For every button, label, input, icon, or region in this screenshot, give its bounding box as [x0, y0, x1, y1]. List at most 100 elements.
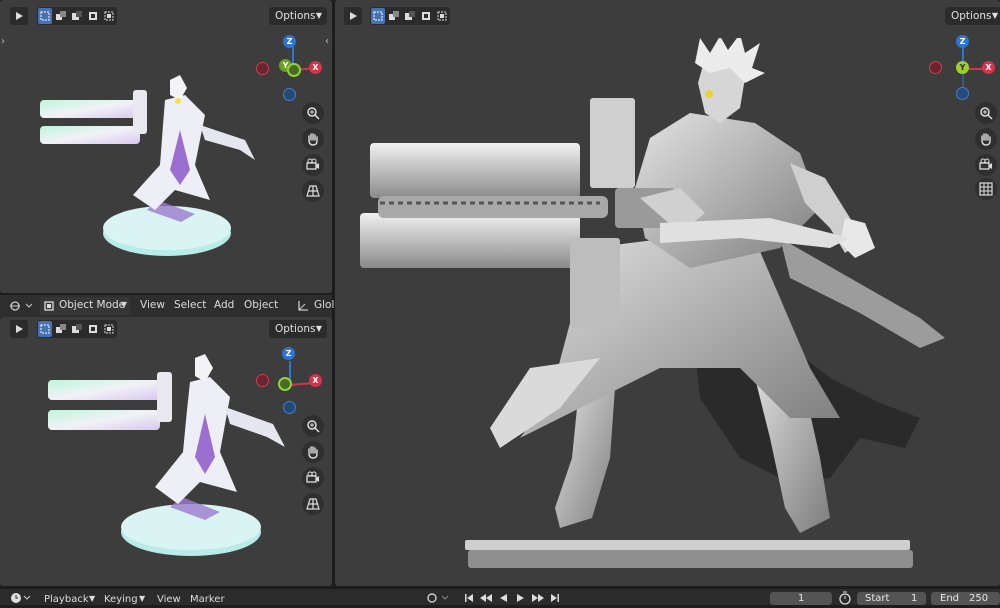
- mode-dropdown[interactable]: Object Mode ▼: [40, 297, 130, 315]
- end-frame-value: 250: [969, 593, 989, 604]
- pan-button[interactable]: [302, 441, 324, 463]
- camera-icon: [306, 158, 319, 170]
- select-invert-icon[interactable]: [86, 8, 100, 24]
- select-box-icon[interactable]: [38, 321, 52, 337]
- options-label: Options: [275, 10, 316, 22]
- mode-label: Object Mode: [59, 299, 126, 311]
- select-subtract-icon[interactable]: [70, 321, 84, 337]
- camera-icon: [306, 471, 319, 483]
- select-subtract-icon[interactable]: [70, 8, 84, 24]
- select-box-icon[interactable]: [371, 8, 385, 24]
- chevron-down-icon: ▼: [120, 300, 127, 309]
- select-mode-group[interactable]: [37, 320, 117, 338]
- prev-keyframe-icon[interactable]: [479, 592, 493, 604]
- jump-start-icon[interactable]: [463, 592, 475, 604]
- zoom-icon: [307, 420, 320, 433]
- axis-x-button[interactable]: X: [309, 374, 322, 387]
- auto-keying-button[interactable]: [426, 592, 452, 604]
- chevron-down-icon: ▼: [315, 11, 322, 20]
- grid-toggle-button[interactable]: [975, 178, 997, 200]
- ortho-toggle-button[interactable]: [302, 180, 324, 202]
- stopwatch-icon: [839, 591, 851, 605]
- select-invert-icon[interactable]: [86, 321, 100, 337]
- end-frame-label: End: [940, 593, 960, 604]
- transform-orientation-dropdown[interactable]: Glol: [296, 298, 335, 314]
- menu-select[interactable]: Select: [174, 299, 206, 311]
- tool-select-button[interactable]: [344, 7, 362, 25]
- select-extend-icon[interactable]: [387, 8, 401, 24]
- hand-pan-icon: [308, 446, 318, 459]
- viewport-header: Options ▼: [0, 317, 332, 347]
- select-box-icon[interactable]: [38, 8, 52, 24]
- zoom-button[interactable]: [975, 102, 997, 124]
- menu-playback[interactable]: Playback: [44, 594, 89, 605]
- menu-view[interactable]: View: [140, 299, 165, 311]
- options-dropdown[interactable]: Options ▼: [269, 7, 327, 25]
- next-keyframe-icon[interactable]: [531, 592, 545, 604]
- select-extend-icon[interactable]: [54, 8, 68, 24]
- camera-button[interactable]: [302, 154, 324, 176]
- editor-type-button[interactable]: [10, 592, 32, 604]
- menu-view[interactable]: View: [157, 594, 181, 605]
- record-icon: [427, 593, 449, 603]
- select-invert-icon[interactable]: [419, 8, 433, 24]
- viewport-top-left[interactable]: Options ▼ › ‹ Z Y X: [0, 0, 332, 293]
- pan-button[interactable]: [302, 128, 324, 150]
- play-icon[interactable]: [515, 592, 527, 604]
- ortho-grid-icon: [979, 182, 993, 196]
- zoom-button[interactable]: [302, 102, 324, 124]
- hand-pan-icon: [981, 133, 991, 146]
- options-dropdown[interactable]: Options ▼: [269, 320, 327, 338]
- pan-button[interactable]: [975, 128, 997, 150]
- axis-x-label: X: [312, 63, 319, 72]
- editor-type-button[interactable]: [8, 298, 34, 314]
- transform-orientation-label: Glol: [314, 299, 335, 311]
- zoom-button[interactable]: [302, 415, 324, 437]
- zoom-icon: [980, 107, 993, 120]
- select-mode-group[interactable]: [37, 7, 117, 25]
- select-subtract-icon[interactable]: [403, 8, 417, 24]
- timeline-bar: Playback ▼ Keying ▼ View Marker 1 Start …: [0, 589, 1000, 605]
- axis-neg-y-button[interactable]: [287, 63, 301, 77]
- menu-marker[interactable]: Marker: [190, 594, 225, 605]
- object-mode-icon: [44, 301, 54, 311]
- camera-button[interactable]: [975, 154, 997, 176]
- options-label: Options: [275, 323, 316, 335]
- chevron-left-icon[interactable]: ‹: [325, 36, 329, 47]
- axis-x-button[interactable]: X: [982, 61, 995, 74]
- stopwatch-button[interactable]: [838, 591, 852, 605]
- viewport-header: Options ▼: [335, 0, 1000, 30]
- camera-icon: [979, 158, 992, 170]
- playback-controls: [463, 592, 563, 604]
- end-frame-field[interactable]: End 250: [931, 592, 1000, 605]
- axis-z-label: Z: [286, 37, 293, 46]
- options-dropdown[interactable]: Options ▼: [945, 7, 1000, 25]
- chevron-right-icon[interactable]: ›: [1, 36, 5, 47]
- axis-neg-z-button[interactable]: [283, 88, 296, 101]
- axis-z-button[interactable]: Z: [283, 35, 296, 48]
- axis-x-label: X: [312, 376, 319, 385]
- menu-add[interactable]: Add: [214, 299, 234, 311]
- start-frame-label: Start: [865, 593, 890, 604]
- ortho-toggle-button[interactable]: [302, 493, 324, 515]
- jump-end-icon[interactable]: [549, 592, 561, 604]
- menu-keying[interactable]: Keying: [104, 594, 138, 605]
- tool-select-button[interactable]: [10, 320, 28, 338]
- select-intersect-icon[interactable]: [435, 8, 449, 24]
- viewport-bottom-left[interactable]: Options ▼ Z X: [0, 317, 332, 586]
- axis-x-button[interactable]: X: [309, 61, 322, 74]
- viewport-main[interactable]: Options ▼ ‹ Z Y X: [335, 0, 1000, 586]
- current-frame-field[interactable]: 1: [770, 592, 832, 605]
- axis-x-label: X: [985, 63, 992, 72]
- start-frame-field[interactable]: Start 1: [857, 592, 926, 605]
- menu-object[interactable]: Object: [244, 299, 278, 311]
- select-extend-icon[interactable]: [54, 321, 68, 337]
- editor-type-icon: [10, 301, 33, 311]
- select-mode-group[interactable]: [370, 7, 450, 25]
- select-intersect-icon[interactable]: [102, 321, 116, 337]
- select-intersect-icon[interactable]: [102, 8, 116, 24]
- camera-button[interactable]: [302, 467, 324, 489]
- tool-select-button[interactable]: [10, 7, 28, 25]
- play-reverse-icon[interactable]: [497, 592, 509, 604]
- chevron-down-icon: ▼: [139, 594, 146, 603]
